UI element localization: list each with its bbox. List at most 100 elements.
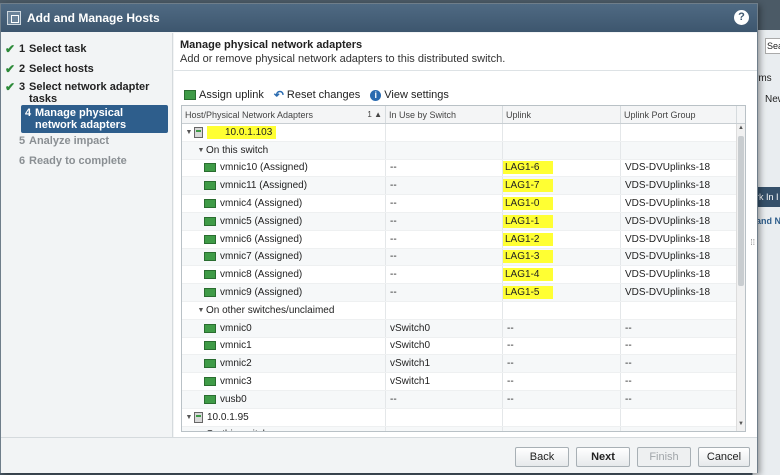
host-icon — [194, 411, 203, 423]
uplink-cell: LAG1-2 — [503, 230, 621, 248]
assign-uplink-button[interactable]: Assign uplink — [184, 88, 264, 102]
in-use-switch-value: -- — [390, 162, 397, 174]
column-header-uplink[interactable]: Uplink — [503, 106, 621, 123]
scroll-thumb[interactable] — [738, 136, 744, 286]
adapter-row[interactable]: vmnic4 (Assigned) -- LAG1-0 VDS-DVUplinks-1… — [182, 195, 737, 213]
adapter-name: vmnic8 (Assigned) — [220, 269, 303, 281]
uplink-port-group-value: VDS-DVUplinks-18 — [625, 198, 711, 210]
adapter-name: vmnic6 (Assigned) — [220, 233, 303, 245]
adapter-toolbar: Assign uplink ↶ Reset changes i View set… — [184, 88, 449, 102]
host-row[interactable]: ▼ 10.0.1.95 — [182, 408, 737, 427]
in-use-switch-value: vSwitch0 — [390, 322, 431, 334]
column-header-port-group[interactable]: Uplink Port Group — [621, 106, 737, 123]
uplink-value: -- — [507, 376, 514, 388]
background-text-2: rms — [755, 73, 772, 84]
uplink-port-group-value: -- — [625, 322, 632, 334]
uplink-port-group-cell — [621, 141, 737, 159]
uplink-cell: -- — [503, 355, 621, 373]
cancel-button[interactable]: Cancel — [698, 447, 750, 467]
uplink-port-group-value: VDS-DVUplinks-18 — [625, 215, 711, 227]
wizard-icon — [7, 11, 21, 25]
uplink-port-group-cell: VDS-DVUplinks-18 — [621, 230, 737, 248]
adapter-name: vmnic11 (Assigned) — [220, 180, 308, 192]
adapter-row[interactable]: vmnic10 (Assigned) -- LAG1-6 VDS-DVUplinks-… — [182, 159, 737, 178]
expand-toggle-icon[interactable]: ▼ — [196, 147, 206, 154]
step-number: 4 — [25, 107, 32, 119]
adapter-name: vmnic7 (Assigned) — [220, 251, 303, 263]
uplink-value: -- — [507, 358, 514, 370]
step-select-task[interactable]: ✔ 1 Select task — [5, 43, 169, 55]
uplink-port-group-cell: -- — [621, 337, 737, 355]
adapters-grid: Host/Physical Network Adapters 1 ▲ In Us… — [181, 105, 746, 432]
column-header-in-use[interactable]: In Use by Switch — [386, 106, 503, 123]
adapter-row[interactable]: vmnic5 (Assigned) -- LAG1-1 VDS-DVUplinks-1… — [182, 212, 737, 231]
adapter-name: vusb0 — [220, 393, 247, 405]
back-button[interactable]: Back — [515, 447, 569, 467]
in-use-switch-cell: -- — [386, 266, 503, 284]
uplink-port-group-cell: VDS-DVUplinks-18 — [621, 266, 737, 284]
group-row[interactable]: ▼ On other switches/unclaimed — [182, 301, 737, 320]
host-row[interactable]: ▼ 10.0.1.103 — [182, 124, 737, 142]
add-manage-hosts-dialog: Add and Manage Hosts ? ✔ 1 Select task ✔… — [0, 3, 758, 473]
adapter-row[interactable]: vmnic0 vSwitch0 -- -- — [182, 319, 737, 338]
in-use-switch-value: -- — [390, 198, 397, 210]
group-label: On other switches/unclaimed — [206, 304, 335, 316]
scroll-up-icon[interactable]: ▲ — [737, 125, 745, 134]
adapter-row[interactable]: vmnic1 vSwitch0 -- -- — [182, 337, 737, 356]
resize-grip-icon[interactable]: ⁞⁞ — [751, 238, 755, 247]
adapter-row[interactable]: vmnic11 (Assigned) -- LAG1-7 VDS-DVUplinks-… — [182, 177, 737, 196]
in-use-switch-value: vSwitch1 — [390, 376, 431, 388]
grid-scrollbar[interactable]: ▲ ▼ — [736, 124, 745, 431]
uplink-cell — [503, 301, 621, 319]
adapter-row[interactable]: vmnic9 (Assigned) -- LAG1-5 VDS-DVUplinks-1… — [182, 284, 737, 302]
in-use-switch-cell: vSwitch0 — [386, 337, 503, 355]
step-select-hosts[interactable]: ✔ 2 Select hosts — [5, 63, 169, 75]
finish-button[interactable]: Finish — [637, 447, 691, 467]
adapter-row[interactable]: vusb0 -- -- -- — [182, 390, 737, 409]
adapter-cell: ▼On this switch — [182, 426, 386, 432]
uplink-value: -- — [507, 322, 514, 334]
in-use-switch-value: -- — [390, 287, 397, 299]
adapter-cell: vmnic3 — [182, 373, 386, 390]
in-use-switch-cell: -- — [386, 159, 503, 177]
uplink-port-group-cell — [621, 426, 737, 431]
adapter-row[interactable]: vmnic6 (Assigned) -- LAG1-2 VDS-DVUplinks-1… — [182, 230, 737, 249]
checkmark-icon: ✔ — [5, 80, 16, 94]
uplink-cell: -- — [503, 373, 621, 390]
network-adapter-icon — [204, 359, 216, 369]
step-select-network-adapter-tasks[interactable]: ✔ 3 Select network adapter tasks — [5, 81, 169, 105]
help-icon[interactable]: ? — [734, 10, 749, 25]
scroll-down-icon[interactable]: ▼ — [737, 421, 745, 430]
step-number: 2 — [19, 63, 26, 75]
adapter-row[interactable]: vmnic3 vSwitch1 -- -- — [182, 373, 737, 391]
uplink-port-group-cell — [621, 408, 737, 426]
adapter-row[interactable]: vmnic7 (Assigned) -- LAG1-3 VDS-DVUplinks-1… — [182, 248, 737, 267]
in-use-switch-value: -- — [390, 233, 397, 245]
host-name: 10.0.1.103 — [207, 125, 277, 139]
sort-ascending-icon: 1 ▲ — [367, 110, 382, 119]
adapter-cell: vusb0 — [182, 390, 386, 408]
uplink-icon — [184, 90, 196, 100]
step-manage-physical-adapters[interactable]: 4 Manage physical network adapters — [21, 105, 168, 133]
uplink-value: LAG1-2 — [503, 232, 554, 246]
column-header-adapters[interactable]: Host/Physical Network Adapters 1 ▲ — [182, 106, 386, 123]
expand-toggle-icon[interactable]: ▼ — [184, 129, 194, 136]
adapter-row[interactable]: vmnic2 vSwitch1 -- -- — [182, 355, 737, 374]
adapter-name: vmnic1 — [220, 340, 252, 352]
uplink-cell — [503, 408, 621, 426]
reset-changes-button[interactable]: ↶ Reset changes — [274, 88, 360, 102]
view-settings-button[interactable]: i View settings — [370, 88, 449, 102]
expand-toggle-icon[interactable]: ▼ — [196, 307, 206, 314]
host-icon — [194, 126, 203, 138]
next-button[interactable]: Next — [576, 447, 630, 467]
in-use-switch-value: -- — [390, 215, 397, 227]
uplink-port-group-cell — [621, 124, 737, 141]
expand-toggle-icon[interactable]: ▼ — [196, 431, 206, 432]
group-row[interactable]: ▼On this switch — [182, 426, 737, 432]
adapter-cell: vmnic8 (Assigned) — [182, 266, 386, 284]
network-adapter-icon — [204, 377, 216, 387]
expand-toggle-icon[interactable]: ▼ — [184, 414, 194, 421]
adapter-row[interactable]: vmnic8 (Assigned) -- LAG1-4 VDS-DVUplinks-1… — [182, 266, 737, 285]
group-row[interactable]: ▼On this switch — [182, 141, 737, 160]
network-adapter-icon — [204, 394, 216, 404]
